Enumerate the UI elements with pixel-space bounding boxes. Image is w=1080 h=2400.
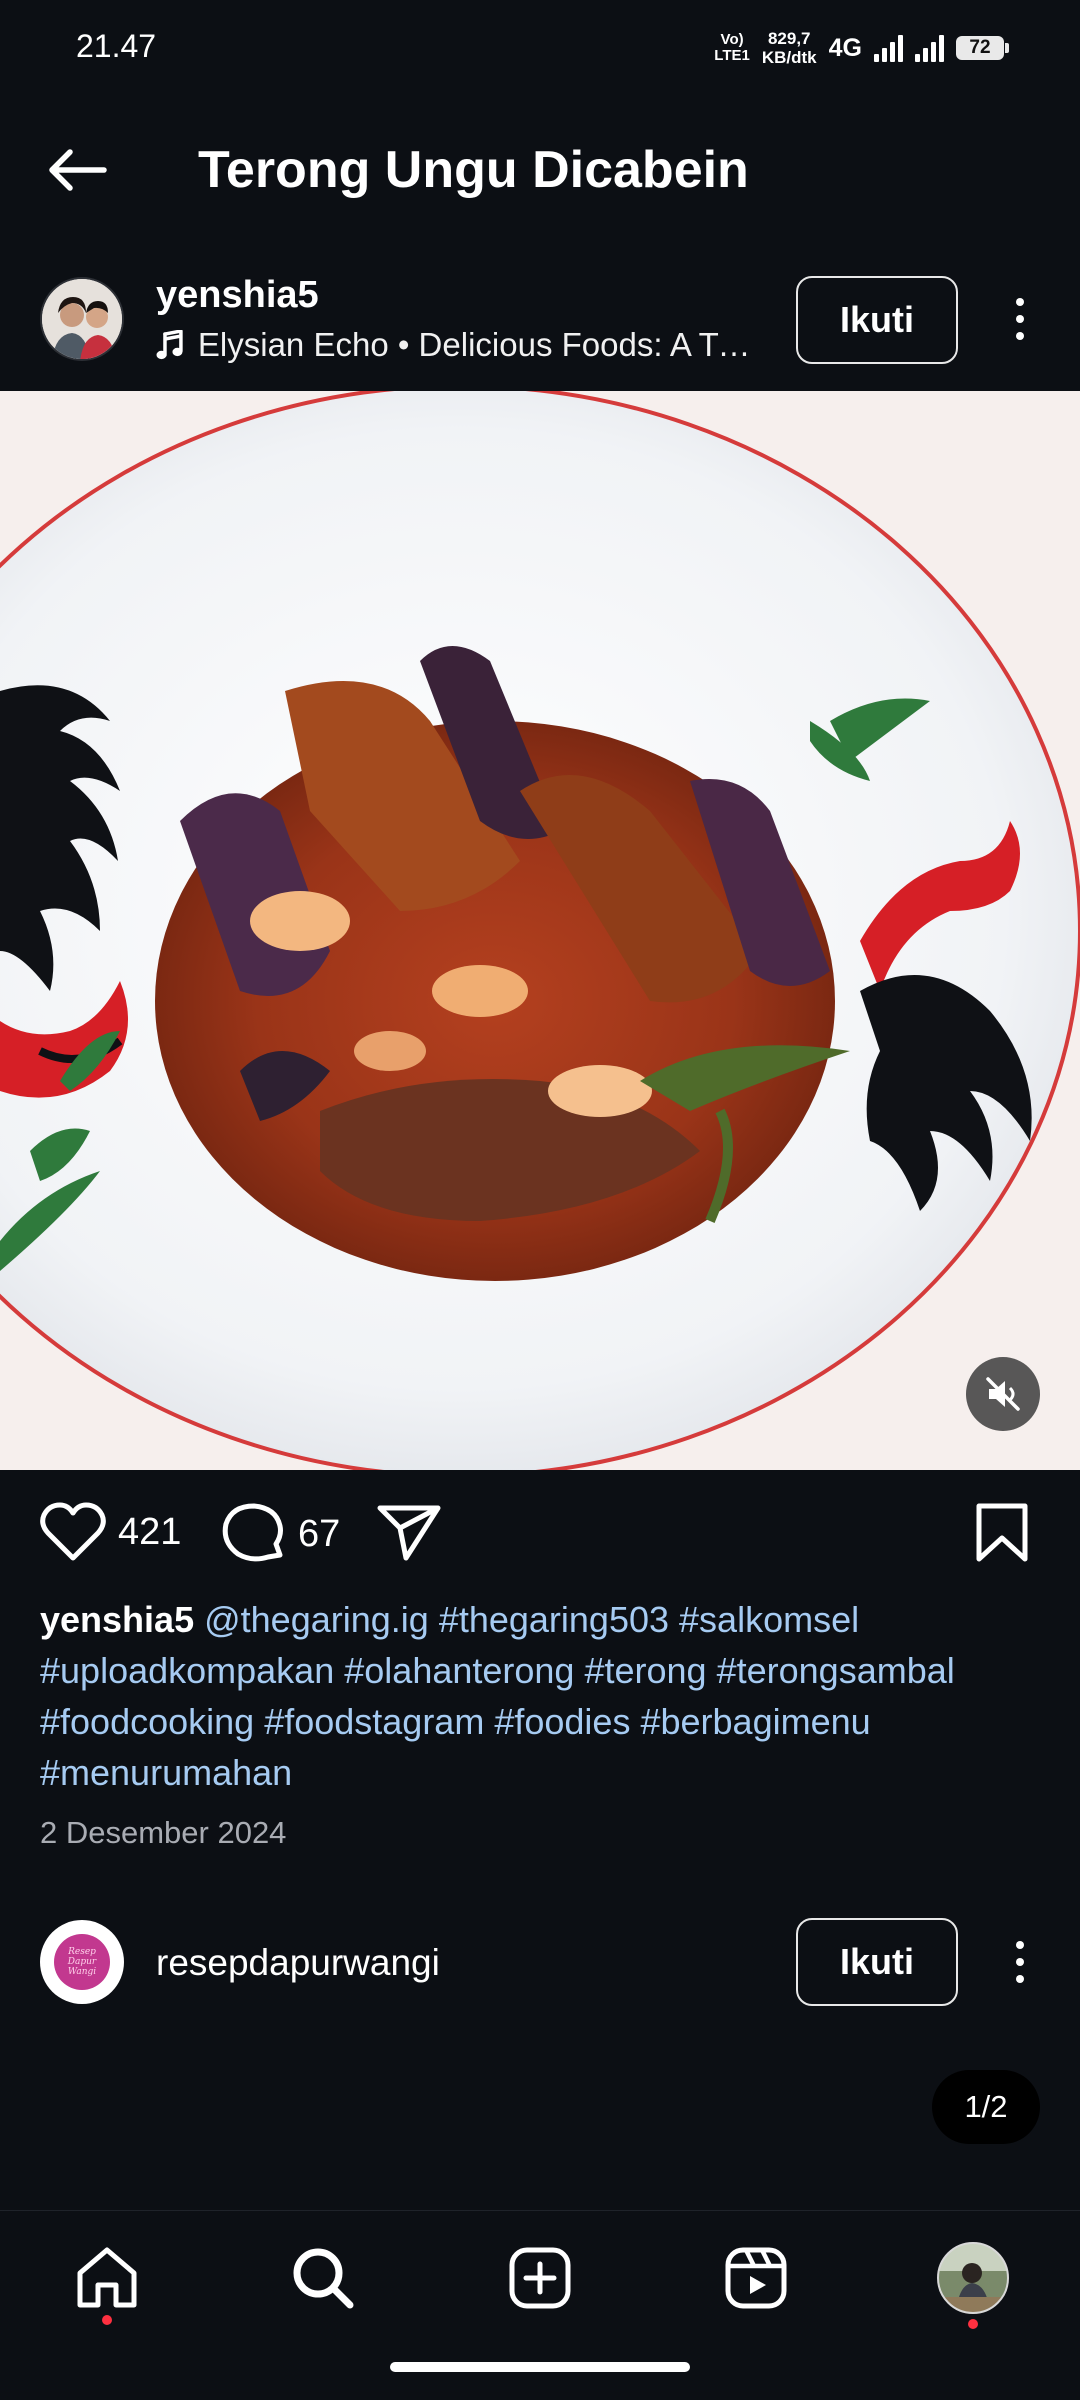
avatar[interactable]: Resep Dapur Wangi bbox=[40, 1920, 124, 2004]
volte-indicator: Vo) LTE1 bbox=[714, 31, 750, 64]
home-icon bbox=[77, 2247, 137, 2308]
share-button[interactable] bbox=[376, 1502, 442, 1562]
more-options-button[interactable] bbox=[1000, 284, 1040, 354]
status-bar: 21.47 Vo) LTE1 829,7 KB/dtk 4G 72 bbox=[0, 0, 1080, 96]
mute-button[interactable] bbox=[966, 1357, 1040, 1431]
brand-logo: Resep Dapur Wangi bbox=[54, 1934, 110, 1990]
caption-tag[interactable]: #terongsambal bbox=[717, 1650, 955, 1691]
heart-icon bbox=[40, 1502, 106, 1561]
nav-reels[interactable] bbox=[711, 2233, 801, 2323]
comment-icon bbox=[222, 1503, 283, 1562]
next-post-header: Resep Dapur Wangi resepdapurwangi Ikuti bbox=[0, 1914, 1080, 2010]
caption-tag[interactable]: #foodies bbox=[494, 1701, 630, 1742]
comment-button[interactable]: 67 bbox=[220, 1502, 340, 1566]
search-icon bbox=[293, 2248, 354, 2309]
like-count: 421 bbox=[118, 1510, 182, 1553]
food-photo bbox=[0, 391, 1080, 1470]
caption-tag[interactable]: #olahanterong bbox=[344, 1650, 574, 1691]
arrow-left-icon bbox=[49, 149, 107, 191]
music-note-icon bbox=[156, 330, 183, 360]
nav-home[interactable] bbox=[62, 2233, 152, 2323]
profile-avatar bbox=[937, 2242, 1009, 2314]
post-header: yenshia5 Elysian Echo • Delicious Foods:… bbox=[0, 262, 1080, 388]
follow-button[interactable]: Ikuti bbox=[796, 276, 958, 364]
carousel-page-indicator: 1/2 bbox=[932, 2070, 1040, 2144]
back-button[interactable] bbox=[36, 138, 116, 202]
next-post-username[interactable]: resepdapurwangi bbox=[156, 1942, 440, 1984]
music-title: Elysian Echo • Delicious Foods: A Tri… bbox=[197, 326, 756, 363]
like-button[interactable]: 421 bbox=[40, 1502, 181, 1562]
comment-count: 67 bbox=[298, 1512, 341, 1555]
avatar-photo bbox=[42, 279, 122, 359]
gesture-home-indicator[interactable] bbox=[390, 2362, 690, 2372]
status-icons: Vo) LTE1 829,7 KB/dtk 4G 72 bbox=[714, 26, 1009, 70]
caption-tag[interactable]: #thegaring503 bbox=[439, 1599, 669, 1640]
signal-strength-icon bbox=[874, 34, 903, 62]
music-attribution[interactable]: Elysian Echo • Delicious Foods: A Tri… bbox=[156, 326, 756, 364]
bookmark-icon bbox=[976, 1503, 1028, 1562]
network-type: 4G bbox=[828, 33, 862, 62]
post-actions: 421 67 bbox=[0, 1490, 1080, 1580]
caption-tag[interactable]: #uploadkompakan bbox=[40, 1650, 334, 1691]
post-media[interactable] bbox=[0, 391, 1080, 1470]
caption-tag[interactable]: #foodstagram bbox=[264, 1701, 484, 1742]
caption-tag[interactable]: @thegaring.ig bbox=[204, 1599, 429, 1640]
save-button[interactable] bbox=[974, 1502, 1030, 1564]
network-speed: 829,7 KB/dtk bbox=[761, 29, 817, 67]
caption-tag[interactable]: #foodcooking bbox=[40, 1701, 254, 1742]
caption-tag[interactable]: #salkomsel bbox=[679, 1599, 859, 1640]
caption-tag[interactable]: #terong bbox=[584, 1650, 706, 1691]
caption-username[interactable]: yenshia5 bbox=[40, 1599, 194, 1640]
avatar[interactable] bbox=[40, 277, 124, 361]
notification-dot bbox=[102, 2315, 112, 2325]
status-time: 21.47 bbox=[76, 28, 157, 64]
notification-dot bbox=[968, 2319, 978, 2329]
create-icon bbox=[509, 2247, 571, 2309]
caption-tag[interactable]: #berbagimenu bbox=[640, 1701, 870, 1742]
post-caption: yenshia5 @thegaring.ig #thegaring503 #sa… bbox=[40, 1594, 1040, 1798]
reels-icon bbox=[725, 2247, 787, 2309]
nav-profile[interactable] bbox=[928, 2233, 1018, 2323]
more-options-button[interactable] bbox=[1000, 1927, 1040, 1997]
battery-icon: 72 bbox=[956, 36, 1009, 60]
signal-strength-icon-2 bbox=[915, 34, 944, 62]
nav-search[interactable] bbox=[278, 2233, 368, 2323]
battery-level: 72 bbox=[969, 37, 991, 58]
nav-create[interactable] bbox=[495, 2233, 585, 2323]
top-app-bar: Terong Ungu Dicabein bbox=[0, 110, 1080, 230]
post-username[interactable]: yenshia5 bbox=[156, 274, 319, 317]
send-icon bbox=[377, 1505, 441, 1561]
follow-button[interactable]: Ikuti bbox=[796, 1918, 958, 2006]
caption-tag[interactable]: #menurumahan bbox=[40, 1752, 292, 1793]
post-date: 2 Desember 2024 bbox=[40, 1815, 287, 1850]
page-title: Terong Ungu Dicabein bbox=[198, 141, 749, 199]
volume-muted-icon bbox=[986, 1377, 1020, 1411]
